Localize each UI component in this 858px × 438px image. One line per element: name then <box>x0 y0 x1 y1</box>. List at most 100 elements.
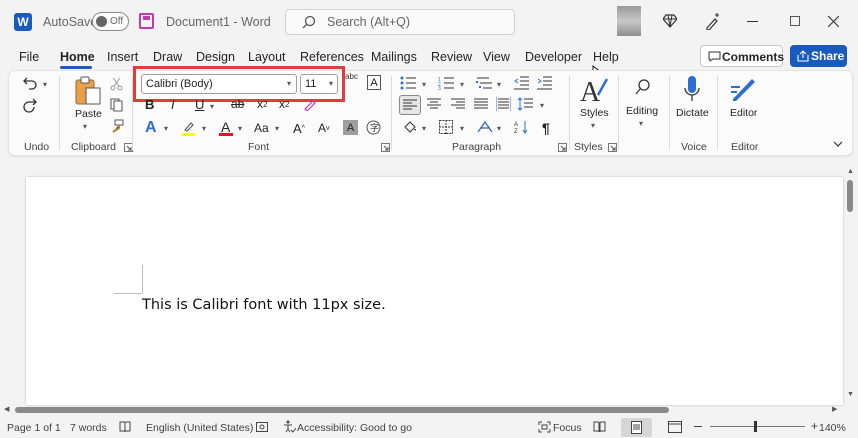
bullets-icon[interactable] <box>400 76 416 90</box>
search-box[interactable]: Search (Alt+Q) <box>285 9 515 35</box>
paste-clipboard-icon[interactable] <box>74 76 102 106</box>
zoom-in-icon[interactable]: + <box>811 419 818 433</box>
redo-icon[interactable] <box>22 98 38 113</box>
language-status[interactable]: English (United States) <box>146 422 253 434</box>
zoom-slider-thumb[interactable] <box>754 421 757 432</box>
share-button[interactable]: Share <box>790 45 847 67</box>
undo-dropdown-chevron-icon[interactable]: ▾ <box>43 80 47 89</box>
web-layout-icon[interactable] <box>668 421 682 433</box>
align-center-icon[interactable] <box>427 98 441 110</box>
tab-help[interactable]: Help <box>593 50 619 64</box>
align-left-button[interactable] <box>399 95 421 115</box>
numbering-icon[interactable]: 123 <box>438 76 454 90</box>
change-case-chevron-icon[interactable]: ▾ <box>275 124 279 133</box>
minimize-icon[interactable] <box>747 21 758 22</box>
tab-design[interactable]: Design <box>196 50 235 64</box>
justify-icon[interactable] <box>474 98 488 110</box>
line-spacing-chevron-icon[interactable]: ▾ <box>540 101 544 110</box>
numbering-chevron-icon[interactable]: ▾ <box>460 80 464 89</box>
shrink-font-icon[interactable]: Av <box>318 118 330 138</box>
tab-layout[interactable]: Layout <box>248 50 286 64</box>
autosave-toggle[interactable]: Off <box>92 12 129 31</box>
zoom-out-icon[interactable] <box>694 426 702 427</box>
horizontal-scrollbar[interactable]: ◀ ▶ <box>0 403 858 417</box>
dictate-label[interactable]: Dictate <box>676 107 709 119</box>
cut-scissors-icon[interactable] <box>110 77 123 91</box>
scroll-down-icon[interactable]: ▼ <box>847 391 854 398</box>
accessibility-status[interactable]: Accessibility: Good to go <box>297 422 412 434</box>
change-case-aa-icon[interactable]: Aa <box>254 118 269 138</box>
superscript-icon[interactable]: x2 <box>279 94 289 114</box>
align-right-icon[interactable] <box>451 98 465 110</box>
word-count[interactable]: 7 words <box>70 422 107 434</box>
character-shading-icon[interactable]: A <box>343 120 358 135</box>
format-painter-icon[interactable] <box>110 119 124 133</box>
asian-layout-chevron-icon[interactable]: ▾ <box>497 124 501 133</box>
copy-icon[interactable] <box>110 98 123 112</box>
scroll-left-icon[interactable]: ◀ <box>4 405 9 413</box>
pen-sparkle-icon[interactable] <box>705 12 721 30</box>
editing-search-icon[interactable] <box>635 78 651 96</box>
editing-chevron-icon[interactable]: ▾ <box>639 119 643 128</box>
diamond-icon[interactable] <box>663 14 677 28</box>
read-mode-icon[interactable] <box>593 421 606 433</box>
print-layout-button[interactable] <box>621 418 652 437</box>
bold-icon[interactable]: B <box>145 94 154 114</box>
underline-chevron-icon[interactable]: ▾ <box>210 102 214 111</box>
shading-chevron-icon[interactable]: ▾ <box>422 124 426 133</box>
underline-icon[interactable]: U <box>195 94 204 114</box>
styles-icon[interactable]: A <box>580 75 608 105</box>
paragraph-launcher-icon[interactable] <box>558 143 567 152</box>
sort-icon[interactable]: AZ <box>514 120 529 134</box>
text-effects-a-icon[interactable]: A <box>145 118 157 138</box>
shading-icon[interactable] <box>402 120 417 134</box>
page-count[interactable]: Page 1 of 1 <box>7 422 61 434</box>
font-color-chevron-icon[interactable]: ▾ <box>238 124 242 133</box>
collapse-ribbon-chevron-icon[interactable] <box>833 141 843 148</box>
microphone-icon[interactable] <box>683 75 701 103</box>
multilevel-chevron-icon[interactable]: ▾ <box>497 80 501 89</box>
subscript-icon[interactable]: x2 <box>257 94 267 114</box>
highlight-chevron-icon[interactable]: ▾ <box>202 124 206 133</box>
italic-icon[interactable]: I <box>171 94 175 114</box>
editing-label[interactable]: Editing <box>626 105 658 117</box>
zoom-slider[interactable] <box>710 426 805 427</box>
vertical-scrollbar[interactable]: ▲ ▼ <box>845 168 854 401</box>
text-effects-chevron-icon[interactable]: ▾ <box>164 124 168 133</box>
highlight-color-icon[interactable] <box>182 121 195 136</box>
focus-icon[interactable] <box>538 421 551 433</box>
bullets-chevron-icon[interactable]: ▾ <box>422 80 426 89</box>
scroll-up-icon[interactable]: ▲ <box>847 168 854 175</box>
accessibility-icon[interactable] <box>283 420 296 433</box>
tab-mailings[interactable]: Mailings <box>371 50 417 64</box>
maximize-icon[interactable] <box>790 16 800 26</box>
undo-icon[interactable] <box>22 76 38 90</box>
tab-insert[interactable]: Insert <box>107 50 138 64</box>
document-page[interactable]: This is Calibri font with 11px size. <box>26 177 843 405</box>
line-spacing-icon[interactable] <box>518 97 533 111</box>
close-icon[interactable] <box>828 16 839 27</box>
text-predictions-icon[interactable] <box>256 421 268 433</box>
tab-file[interactable]: File <box>19 50 39 64</box>
borders-icon[interactable] <box>439 120 453 134</box>
editor-pen-icon[interactable] <box>730 75 756 103</box>
decrease-indent-icon[interactable] <box>514 76 529 90</box>
tab-references[interactable]: References <box>300 50 364 64</box>
tab-draw[interactable]: Draw <box>153 50 182 64</box>
styles-label[interactable]: Styles <box>580 107 609 119</box>
proofing-book-icon[interactable] <box>119 421 131 433</box>
borders-chevron-icon[interactable]: ▾ <box>460 124 464 133</box>
focus-label[interactable]: Focus <box>553 422 582 434</box>
document-body-text[interactable]: This is Calibri font with 11px size. <box>142 297 386 313</box>
increase-indent-icon[interactable] <box>537 76 552 90</box>
horizontal-scroll-thumb[interactable] <box>15 407 669 413</box>
avatar[interactable] <box>617 6 641 36</box>
tab-view[interactable]: View <box>483 50 510 64</box>
enclose-characters-icon[interactable]: 字 <box>366 120 381 135</box>
tab-home[interactable]: Home <box>60 50 95 64</box>
asian-layout-icon[interactable] <box>477 120 493 134</box>
change-case-icon[interactable]: abc <box>345 72 358 81</box>
show-paragraph-marks-icon[interactable]: ¶ <box>542 118 550 138</box>
clear-formatting-icon[interactable]: A <box>367 75 381 90</box>
editor-label[interactable]: Editor <box>730 107 757 119</box>
